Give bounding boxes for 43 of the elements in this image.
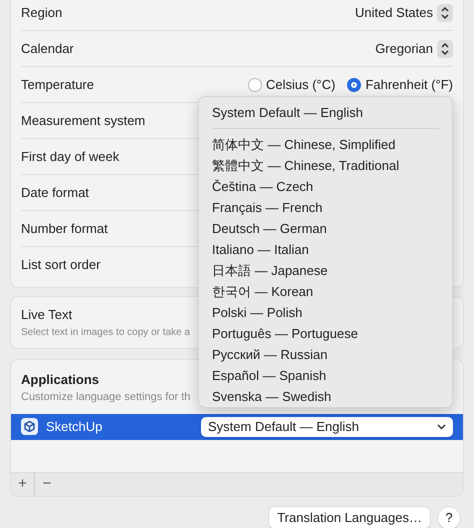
menu-item[interactable]: Čeština — Czech (205, 176, 446, 197)
setting-label: Number format (21, 220, 108, 238)
menu-item[interactable]: Svenska — Swedish (205, 386, 446, 407)
setting-label: Measurement system (21, 112, 146, 130)
translation-languages-button[interactable]: Translation Languages… (269, 507, 430, 528)
popup-button[interactable]: Gregorian (375, 38, 453, 58)
menu-item[interactable]: Deutsch — German (205, 218, 446, 239)
section-title: Applications (21, 370, 100, 389)
menu-item[interactable]: 한국어 — Korean (205, 281, 446, 302)
section-description: Select text in images to copy or take a (21, 326, 190, 340)
menu-item[interactable]: 繁體中文 — Chinese, Traditional (205, 155, 446, 176)
setting-label: List sort order (21, 256, 100, 274)
app-icon (21, 418, 38, 435)
setting-label: Date format (21, 184, 89, 202)
setting-label: Temperature (21, 76, 94, 94)
radio-button[interactable] (347, 78, 362, 92)
menu-item[interactable]: Español — Spanish (205, 365, 446, 386)
menu-item[interactable]: Italiano — Italian (205, 239, 446, 260)
help-button[interactable]: ? (438, 506, 460, 528)
menu-item[interactable]: 简体中文 — Chinese, Simplified (205, 134, 446, 155)
language-popup[interactable]: System Default — English (201, 416, 453, 436)
stepper-icon (437, 40, 453, 58)
menu-item[interactable]: Polski — Polish (205, 302, 446, 323)
app-name: SketchUp (46, 418, 102, 436)
section-title: Live Text (21, 306, 72, 324)
setting-label: Region (21, 4, 62, 22)
chevron-down-icon (437, 424, 446, 430)
section-description: Customize language settings for th (21, 390, 190, 405)
setting-label: First day of week (21, 148, 120, 166)
remove-button[interactable]: − (35, 472, 59, 496)
stepper-icon (437, 4, 453, 22)
radio-button[interactable] (248, 78, 262, 92)
menu-item[interactable]: Français — French (205, 197, 446, 218)
menu-item[interactable]: Português — Portuguese (205, 323, 446, 344)
add-button[interactable]: + (11, 472, 35, 496)
app-row[interactable]: SketchUp System Default — English (11, 414, 463, 440)
radio-label: Fahrenheit (°F) (365, 76, 453, 94)
menu-item[interactable]: System Default — English (205, 102, 446, 123)
menu-item[interactable]: 日本語 — Japanese (205, 260, 446, 281)
radio-label: Celsius (°C) (266, 76, 336, 94)
popup-button[interactable]: United States (354, 2, 453, 22)
menu-item[interactable]: Русский — Russian (205, 344, 446, 365)
setting-label: Calendar (21, 40, 74, 58)
